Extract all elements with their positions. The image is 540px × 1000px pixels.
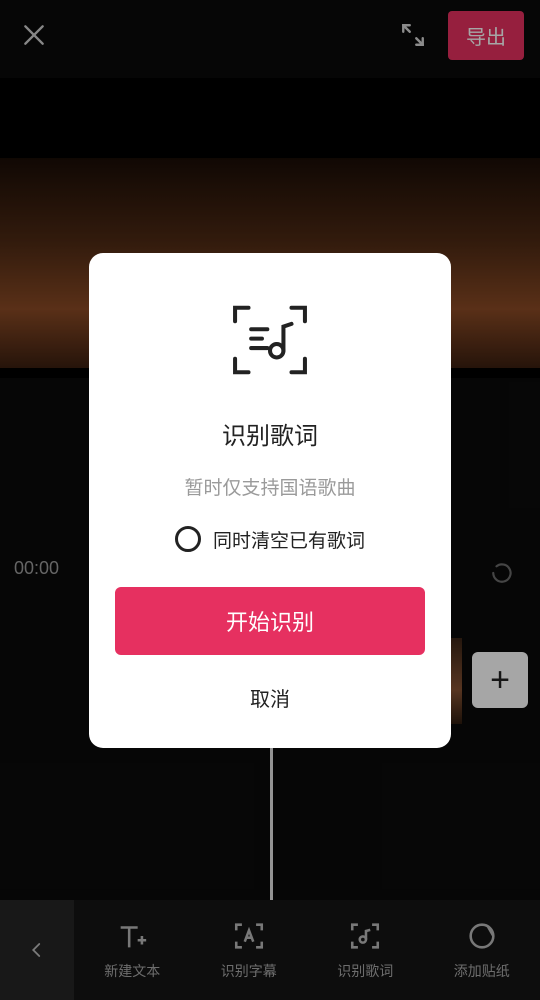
lyrics-scan-icon: [227, 297, 313, 388]
modal-backdrop[interactable]: 识别歌词 暂时仅支持国语歌曲 同时清空已有歌词 开始识别 取消: [0, 0, 540, 1000]
checkbox-label: 同时清空已有歌词: [213, 526, 365, 553]
start-recognize-button[interactable]: 开始识别: [115, 587, 425, 655]
radio-circle-icon: [175, 526, 201, 552]
dialog-subtitle: 暂时仅支持国语歌曲: [184, 473, 355, 500]
clear-existing-checkbox[interactable]: 同时清空已有歌词: [175, 526, 365, 553]
cancel-button[interactable]: 取消: [230, 677, 310, 718]
recognize-lyrics-dialog: 识别歌词 暂时仅支持国语歌曲 同时清空已有歌词 开始识别 取消: [89, 253, 451, 748]
dialog-title: 识别歌词: [222, 416, 318, 451]
